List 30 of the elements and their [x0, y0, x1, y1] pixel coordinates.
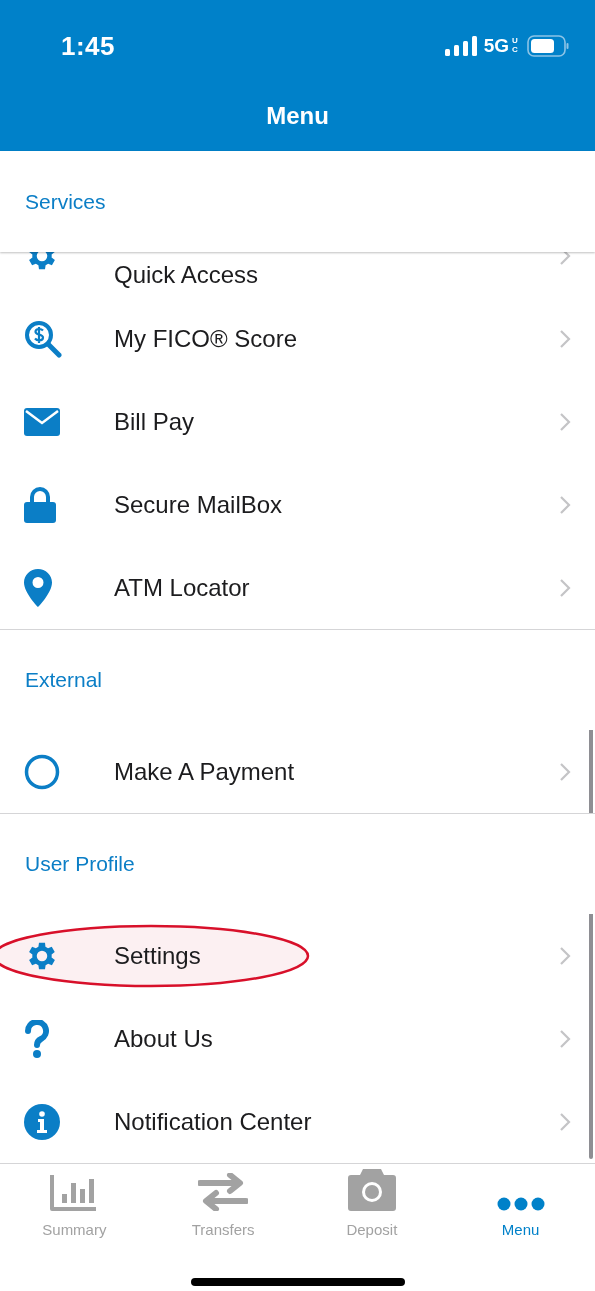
list-row[interactable]: Bill Pay [0, 380, 595, 463]
list-row[interactable]: About Us [0, 997, 595, 1080]
list-row[interactable]: Secure MailBox [0, 463, 595, 546]
signal-icon [444, 36, 477, 56]
circle-icon [24, 753, 60, 790]
lock-icon [24, 486, 56, 523]
battery-icon [527, 35, 569, 57]
help-icon [24, 1019, 50, 1058]
list-row[interactable]: Quick Access [0, 252, 595, 297]
list-row[interactable]: Settings [0, 914, 595, 997]
section-title: Services [25, 189, 106, 214]
status-time: 1:45 [61, 30, 116, 62]
envelope-icon [24, 407, 60, 436]
camera-icon [347, 1169, 396, 1211]
network-label: 5G [483, 35, 509, 57]
tab-item[interactable]: Menu [446, 1164, 595, 1260]
list-row[interactable]: Notification Center [0, 1080, 595, 1163]
map-pin-icon [24, 568, 52, 607]
search-dollar-icon [24, 319, 62, 358]
network-sub-label: UC [512, 37, 519, 55]
section-title: User Profile [25, 852, 135, 876]
bar-chart-icon [50, 1175, 99, 1211]
info-icon [24, 1103, 60, 1140]
list-row[interactable]: Make A Payment [0, 730, 595, 813]
section-title: External [25, 668, 103, 692]
list-row[interactable]: My FICO® Score [0, 297, 595, 380]
more-icon [496, 1197, 545, 1211]
header-title: Menu [265, 102, 330, 130]
swap-arrows-icon [198, 1173, 249, 1211]
list-row[interactable]: ATM Locator [0, 546, 595, 629]
